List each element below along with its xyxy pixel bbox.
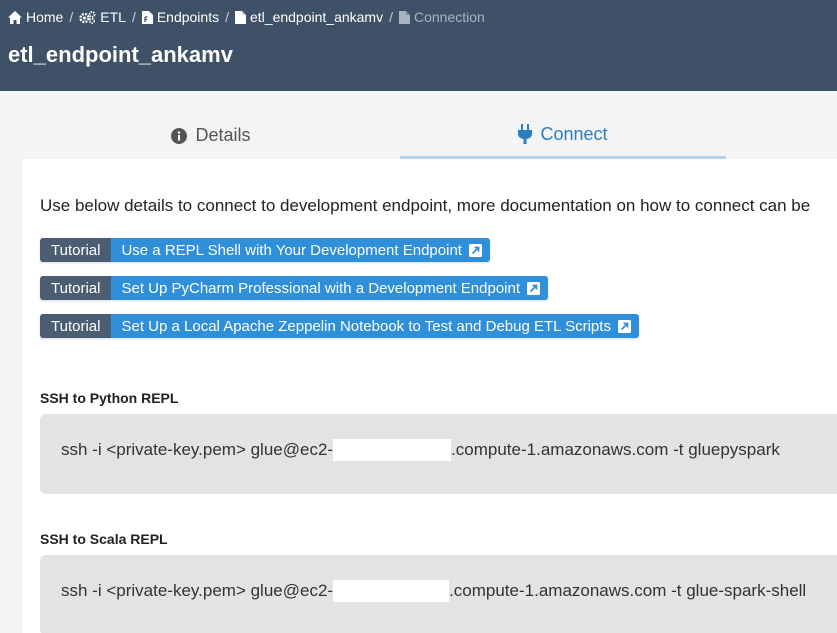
- ssh-scala-command-prefix: ssh -i <private-key.pem> glue@ec2-: [61, 581, 334, 600]
- tutorial-tag: Tutorial: [40, 276, 112, 300]
- intro-text: Use below details to connect to developm…: [40, 196, 811, 215]
- breadcrumb-home[interactable]: Home: [8, 9, 63, 25]
- tutorial-link-label: Set Up PyCharm Professional with a Devel…: [121, 279, 521, 297]
- breadcrumb-home-label: Home: [26, 9, 64, 25]
- ssh-python-title: SSH to Python REPL: [40, 390, 179, 406]
- plug-icon: [518, 124, 533, 144]
- ssh-python-command-suffix: .compute-1.amazonaws.com -t gluepyspark: [451, 440, 780, 459]
- breadcrumb-endpoints-label: Endpoints: [156, 9, 220, 25]
- breadcrumb: Home / ETL / Endpoints / etl_endpoint_an…: [8, 9, 485, 25]
- breadcrumb-etl-label: ETL: [100, 9, 126, 25]
- tab-details-label: Details: [195, 125, 251, 145]
- breadcrumb-endpoint[interactable]: etl_endpoint_ankamv: [235, 9, 383, 25]
- tab-connect[interactable]: Connect: [400, 112, 726, 159]
- file-icon: [399, 10, 410, 24]
- tutorial-zeppelin: Tutorial Set Up a Local Apache Zeppelin …: [40, 314, 639, 338]
- page-header: Home / ETL / Endpoints / etl_endpoint_an…: [0, 0, 837, 91]
- tab-connect-label: Connect: [540, 123, 608, 144]
- breadcrumb-separator: /: [69, 9, 74, 25]
- tutorial-repl-shell: Tutorial Use a REPL Shell with Your Deve…: [40, 238, 490, 262]
- tutorial-tag: Tutorial: [40, 238, 112, 262]
- page-title: etl_endpoint_ankamv: [8, 42, 233, 67]
- redacted-hostname: [333, 580, 450, 602]
- tutorial-link-label: Use a REPL Shell with Your Development E…: [121, 241, 462, 259]
- redacted-hostname: [333, 439, 452, 461]
- home-icon: [8, 10, 22, 24]
- external-link-icon: [527, 281, 541, 295]
- ssh-scala-command-suffix: .compute-1.amazonaws.com -t glue-spark-s…: [449, 581, 807, 600]
- tutorial-link-zeppelin[interactable]: Set Up a Local Apache Zeppelin Notebook …: [111, 314, 639, 338]
- script-file-icon: [141, 10, 153, 24]
- breadcrumb-current: Connection: [399, 9, 485, 25]
- external-link-icon: [617, 319, 631, 333]
- connect-panel: Use below details to connect to developm…: [22, 159, 837, 633]
- gears-icon: [79, 10, 96, 24]
- ssh-python-command: ssh -i <private-key.pem> glue@ec2- .comp…: [61, 439, 780, 461]
- breadcrumb-separator: /: [389, 9, 393, 25]
- breadcrumb-etl[interactable]: ETL: [79, 9, 126, 25]
- file-icon: [235, 10, 246, 24]
- breadcrumb-current-label: Connection: [414, 9, 485, 25]
- breadcrumb-endpoints[interactable]: Endpoints: [141, 9, 220, 25]
- tutorial-pycharm: Tutorial Set Up PyCharm Professional wit…: [40, 276, 549, 300]
- ssh-python-command-box[interactable]: ssh -i <private-key.pem> glue@ec2- .comp…: [40, 414, 837, 494]
- ssh-scala-command: ssh -i <private-key.pem> glue@ec2- .comp…: [61, 580, 806, 602]
- breadcrumb-separator: /: [225, 9, 229, 25]
- breadcrumb-separator: /: [131, 9, 136, 25]
- tutorial-link-repl-shell[interactable]: Use a REPL Shell with Your Development E…: [111, 238, 490, 262]
- tab-details[interactable]: Details: [22, 112, 400, 159]
- tab-bar: Details Connect: [22, 112, 837, 159]
- info-circle-icon: [171, 127, 188, 144]
- ssh-python-command-prefix: ssh -i <private-key.pem> glue@ec2-: [61, 440, 334, 459]
- ssh-scala-command-box[interactable]: ssh -i <private-key.pem> glue@ec2- .comp…: [40, 555, 837, 633]
- tutorial-link-label: Set Up a Local Apache Zeppelin Notebook …: [121, 317, 611, 335]
- tutorial-tag: Tutorial: [40, 314, 112, 338]
- tutorial-link-pycharm[interactable]: Set Up PyCharm Professional with a Devel…: [111, 276, 549, 300]
- external-link-icon: [468, 243, 482, 257]
- breadcrumb-endpoint-label: etl_endpoint_ankamv: [250, 9, 384, 25]
- ssh-scala-title: SSH to Scala REPL: [40, 531, 168, 547]
